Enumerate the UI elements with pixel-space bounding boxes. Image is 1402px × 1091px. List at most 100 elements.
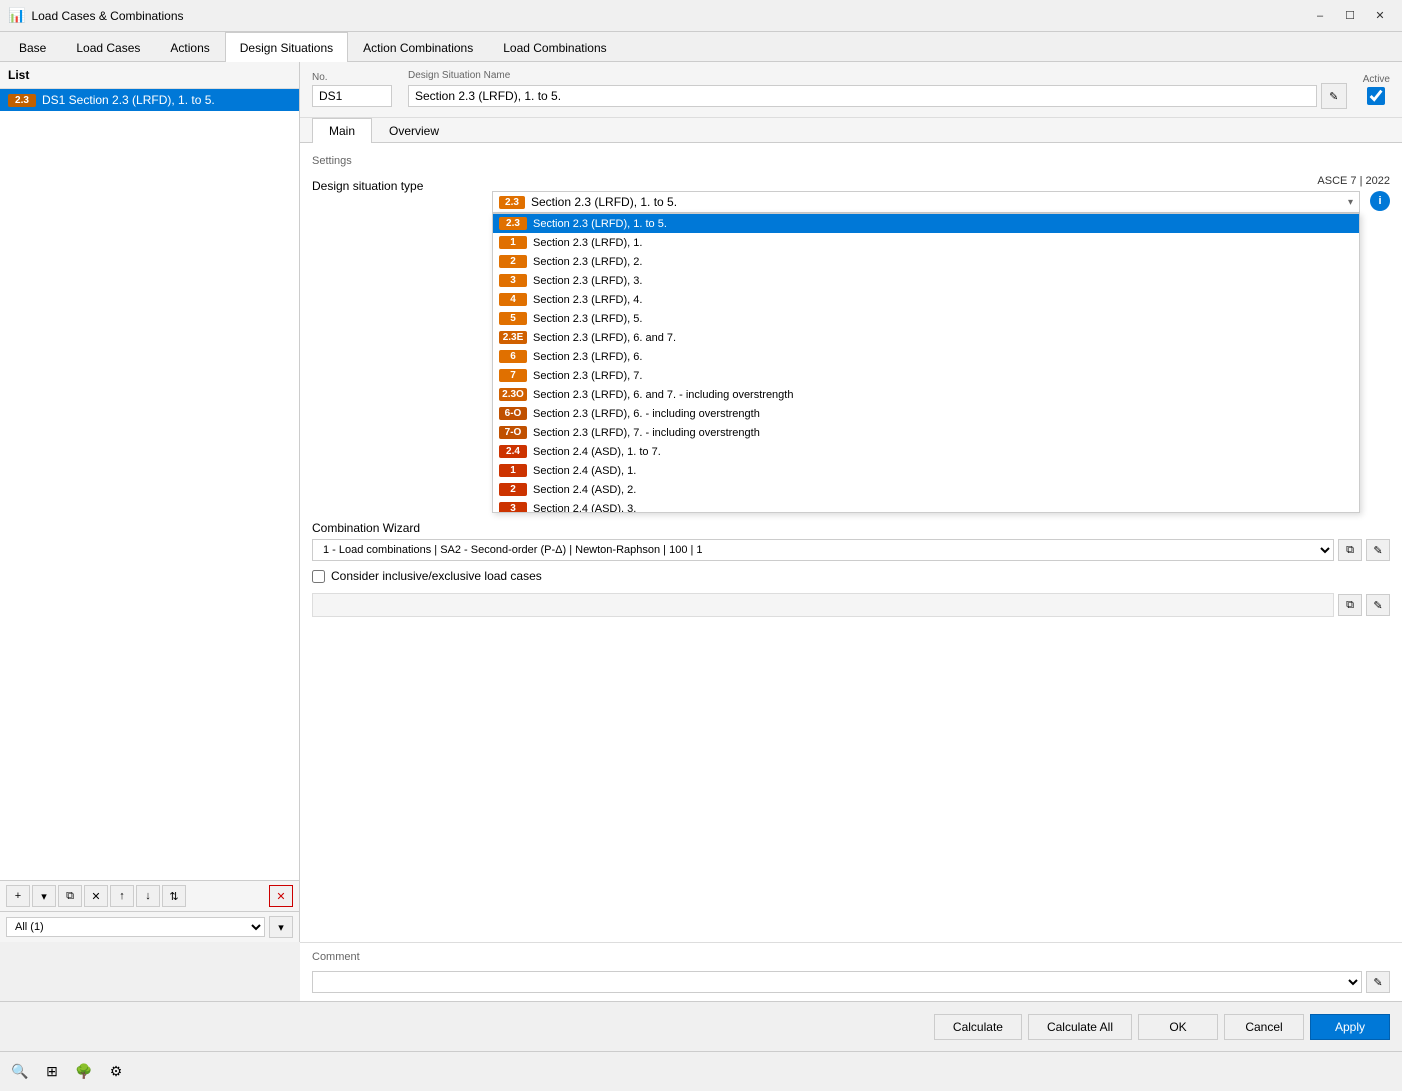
dd-item-6[interactable]: 2.3E Section 2.3 (LRFD), 6. and 7. bbox=[493, 328, 1359, 347]
add-icon: + bbox=[15, 890, 21, 902]
dd-item-7[interactable]: 6 Section 2.3 (LRFD), 6. bbox=[493, 347, 1359, 366]
calculate-button[interactable]: Calculate bbox=[934, 1014, 1022, 1040]
dd-item-14[interactable]: 2 Section 2.4 (ASD), 2. bbox=[493, 480, 1359, 499]
restore-button[interactable]: ☐ bbox=[1336, 5, 1364, 27]
active-group: Active bbox=[1363, 74, 1390, 105]
dd-badge-11: 7-O bbox=[499, 426, 527, 439]
cw-section: Combination Wizard 1 - Load combinations… bbox=[312, 521, 1390, 561]
tab-design-situations[interactable]: Design Situations bbox=[225, 32, 348, 62]
copy-item-button[interactable]: ⧉ bbox=[58, 885, 82, 907]
dd-item-15[interactable]: 3 Section 2.4 (ASD), 3. bbox=[493, 499, 1359, 513]
dd-item-13[interactable]: 1 Section 2.4 (ASD), 1. bbox=[493, 461, 1359, 480]
tab-main[interactable]: Main bbox=[312, 118, 372, 143]
close-button[interactable]: ✕ bbox=[1366, 5, 1394, 27]
dd-badge-10: 6-O bbox=[499, 407, 527, 420]
tab-action-combinations[interactable]: Action Combinations bbox=[348, 32, 488, 62]
name-input[interactable] bbox=[408, 85, 1317, 107]
dd-text-15: Section 2.4 (ASD), 3. bbox=[533, 503, 636, 514]
inclusive-new-button[interactable]: ⧉ bbox=[1338, 594, 1362, 616]
tab-load-combinations[interactable]: Load Combinations bbox=[488, 32, 621, 62]
left-panel: List 2.3 DS1 Section 2.3 (LRFD), 1. to 5… bbox=[0, 62, 300, 942]
cw-select[interactable]: 1 - Load combinations | SA2 - Second-ord… bbox=[312, 539, 1334, 561]
sort-button[interactable]: ⇅ bbox=[162, 885, 186, 907]
comment-select[interactable] bbox=[312, 971, 1362, 993]
dst-version: ASCE 7 | 2022 bbox=[492, 175, 1390, 187]
cw-edit-button[interactable]: ✎ bbox=[1366, 539, 1390, 561]
dd-item-2[interactable]: 2 Section 2.3 (LRFD), 2. bbox=[493, 252, 1359, 271]
list-item[interactable]: 2.3 DS1 Section 2.3 (LRFD), 1. to 5. bbox=[0, 89, 299, 111]
delete-item-button[interactable]: ✕ bbox=[84, 885, 108, 907]
rp-content: Settings Design situation type ASCE 7 | … bbox=[300, 143, 1402, 942]
edit-icon: ✎ bbox=[1329, 90, 1338, 103]
copy-icon: ⧉ bbox=[66, 890, 74, 903]
list-footer-toolbar: + ▾ ⧉ ✕ ↑ ↓ ⇅ ✕ bbox=[0, 880, 299, 911]
dd-item-4[interactable]: 4 Section 2.3 (LRFD), 4. bbox=[493, 290, 1359, 309]
dd-item-10[interactable]: 6-O Section 2.3 (LRFD), 6. - including o… bbox=[493, 404, 1359, 423]
list-container: 2.3 DS1 Section 2.3 (LRFD), 1. to 5. bbox=[0, 89, 299, 111]
add-item-button[interactable]: + bbox=[6, 885, 30, 907]
tree-status-icon[interactable]: 🌳 bbox=[72, 1060, 96, 1084]
dd-item-1[interactable]: 1 Section 2.3 (LRFD), 1. bbox=[493, 233, 1359, 252]
main-layout: List 2.3 DS1 Section 2.3 (LRFD), 1. to 5… bbox=[0, 62, 1402, 942]
dd-badge-9: 2.3O bbox=[499, 388, 527, 401]
move-up-button[interactable]: ↑ bbox=[110, 885, 134, 907]
apply-button[interactable]: Apply bbox=[1310, 1014, 1390, 1040]
window-title: Load Cases & Combinations bbox=[31, 9, 1306, 23]
cancel-button[interactable]: Cancel bbox=[1224, 1014, 1304, 1040]
edit-name-button[interactable]: ✎ bbox=[1321, 83, 1347, 109]
active-checkbox[interactable] bbox=[1367, 87, 1385, 105]
minimize-button[interactable]: – bbox=[1306, 5, 1334, 27]
clear-button[interactable]: ✕ bbox=[269, 885, 293, 907]
window-controls: – ☐ ✕ bbox=[1306, 5, 1394, 27]
bottom-toolbar: Calculate Calculate All OK Cancel Apply bbox=[0, 1001, 1402, 1051]
dst-dropdown-trigger[interactable]: 2.3 Section 2.3 (LRFD), 1. to 5. ▾ bbox=[492, 191, 1360, 213]
cw-row: 1 - Load combinations | SA2 - Second-ord… bbox=[312, 539, 1390, 561]
dd-text-7: Section 2.3 (LRFD), 6. bbox=[533, 351, 642, 363]
dd-item-11[interactable]: 7-O Section 2.3 (LRFD), 7. - including o… bbox=[493, 423, 1359, 442]
inclusive-label: Consider inclusive/exclusive load cases bbox=[331, 569, 542, 583]
calculate-all-button[interactable]: Calculate All bbox=[1028, 1014, 1132, 1040]
dd-item-3[interactable]: 3 Section 2.3 (LRFD), 3. bbox=[493, 271, 1359, 290]
main-tabbar: Base Load Cases Actions Design Situation… bbox=[0, 32, 1402, 62]
edit-icon-2: ✎ bbox=[1373, 544, 1382, 557]
dd-text-14: Section 2.4 (ASD), 2. bbox=[533, 484, 636, 496]
search-status-icon[interactable]: 🔍 bbox=[8, 1060, 32, 1084]
inclusive-checkbox[interactable] bbox=[312, 570, 325, 583]
dd-item-5[interactable]: 5 Section 2.3 (LRFD), 5. bbox=[493, 309, 1359, 328]
tab-actions[interactable]: Actions bbox=[155, 32, 224, 62]
no-input[interactable] bbox=[312, 85, 392, 107]
ok-button[interactable]: OK bbox=[1138, 1014, 1218, 1040]
new-window-icon: ⧉ bbox=[1346, 544, 1354, 557]
comment-edit-button[interactable]: ✎ bbox=[1366, 971, 1390, 993]
dd-item-8[interactable]: 7 Section 2.3 (LRFD), 7. bbox=[493, 366, 1359, 385]
tab-base[interactable]: Base bbox=[4, 32, 61, 62]
dd-item-12[interactable]: 2.4 Section 2.4 (ASD), 1. to 7. bbox=[493, 442, 1359, 461]
add-dropdown-button[interactable]: ▾ bbox=[32, 885, 56, 907]
inclusive-edit-button[interactable]: ✎ bbox=[1366, 594, 1390, 616]
dst-selected-text: Section 2.3 (LRFD), 1. to 5. bbox=[531, 195, 1348, 209]
cw-new-button[interactable]: ⧉ bbox=[1338, 539, 1362, 561]
dd-text-2: Section 2.3 (LRFD), 2. bbox=[533, 256, 642, 268]
titlebar: 📊 Load Cases & Combinations – ☐ ✕ bbox=[0, 0, 1402, 32]
dst-selected-badge: 2.3 bbox=[499, 196, 525, 209]
list-item-label: DS1 Section 2.3 (LRFD), 1. to 5. bbox=[42, 93, 215, 107]
tab-overview[interactable]: Overview bbox=[372, 118, 456, 143]
settings-title: Settings bbox=[312, 155, 1390, 167]
grid-status-icon[interactable]: ⊞ bbox=[40, 1060, 64, 1084]
dd-text-5: Section 2.3 (LRFD), 5. bbox=[533, 313, 642, 325]
dd-badge-7: 6 bbox=[499, 350, 527, 363]
dd-item-0[interactable]: 2.3 Section 2.3 (LRFD), 1. to 5. bbox=[493, 214, 1359, 233]
dd-badge-4: 4 bbox=[499, 293, 527, 306]
tab-load-cases[interactable]: Load Cases bbox=[61, 32, 155, 62]
filter-select[interactable]: All (1) bbox=[6, 917, 265, 937]
dd-text-4: Section 2.3 (LRFD), 4. bbox=[533, 294, 642, 306]
move-down-button[interactable]: ↓ bbox=[136, 885, 160, 907]
filter-expand-button[interactable]: ▾ bbox=[269, 916, 293, 938]
dd-item-9[interactable]: 2.3O Section 2.3 (LRFD), 6. and 7. - inc… bbox=[493, 385, 1359, 404]
info-button[interactable]: i bbox=[1370, 191, 1390, 211]
rp-tabbar: Main Overview bbox=[300, 118, 1402, 143]
name-group: Design Situation Name ✎ bbox=[408, 70, 1347, 109]
settings-status-icon[interactable]: ⚙ bbox=[104, 1060, 128, 1084]
dst-label: Design situation type bbox=[312, 175, 492, 193]
dst-control-row: 2.3 Section 2.3 (LRFD), 1. to 5. ▾ 2.3 S… bbox=[492, 191, 1390, 513]
